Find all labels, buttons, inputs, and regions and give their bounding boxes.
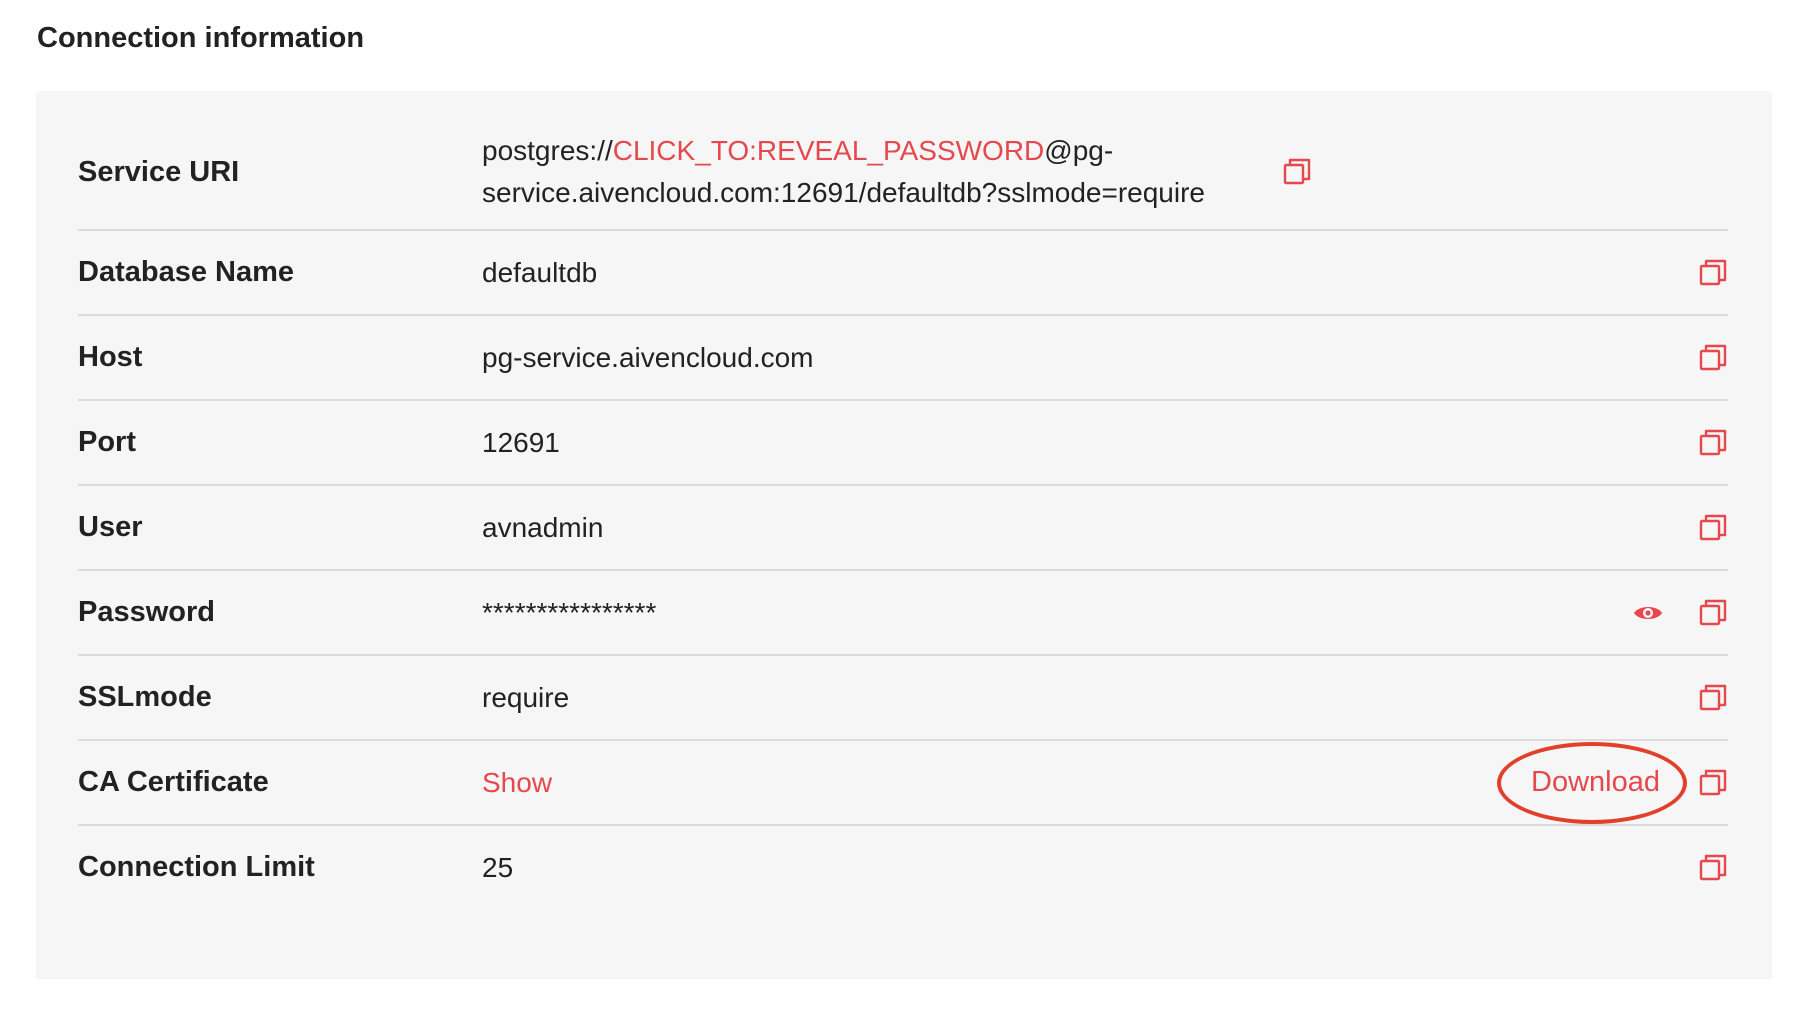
row-sslmode: SSLmode require <box>78 656 1728 741</box>
row-port: Port 12691 <box>78 401 1728 486</box>
row-user: User avnadmin <box>78 486 1728 571</box>
ca-certificate-actions: Download <box>1497 742 1728 824</box>
download-certificate-link[interactable]: Download <box>1531 766 1660 798</box>
copy-icon[interactable] <box>1698 428 1728 458</box>
user-value: avnadmin <box>482 511 604 543</box>
download-wrapper: Download <box>1497 742 1688 824</box>
user-actions <box>1698 513 1728 543</box>
user-label: User <box>78 511 143 543</box>
service-uri-actions <box>1282 157 1312 187</box>
show-certificate-link[interactable]: Show <box>482 762 1527 804</box>
port-actions <box>1698 428 1728 458</box>
eye-icon[interactable] <box>1632 601 1664 625</box>
row-password: Password **************** <box>78 571 1728 656</box>
password-value: **************** <box>482 596 657 628</box>
copy-icon[interactable] <box>1282 157 1312 187</box>
sslmode-value: require <box>482 681 570 713</box>
copy-icon[interactable] <box>1698 513 1728 543</box>
database-name-label: Database Name <box>78 256 294 288</box>
row-service-uri: Service URI postgres://CLICK_TO:REVEAL_P… <box>78 115 1728 231</box>
host-actions <box>1698 343 1728 373</box>
sslmode-label: SSLmode <box>78 681 212 713</box>
section-title: Connection information <box>37 22 365 54</box>
database-name-actions <box>1698 258 1728 288</box>
copy-icon[interactable] <box>1698 598 1728 628</box>
connection-info-list: Service URI postgres://CLICK_TO:REVEAL_P… <box>78 115 1728 909</box>
port-label: Port <box>78 426 136 458</box>
connection-limit-value: 25 <box>482 851 514 883</box>
service-uri-label: Service URI <box>78 155 240 188</box>
copy-icon[interactable] <box>1698 768 1728 798</box>
password-label: Password <box>78 596 215 628</box>
row-ca-certificate: CA Certificate Show Download <box>78 741 1728 826</box>
copy-icon[interactable] <box>1698 853 1728 883</box>
connection-limit-label: Connection Limit <box>78 851 315 883</box>
copy-icon[interactable] <box>1698 258 1728 288</box>
connection-limit-actions <box>1698 853 1728 883</box>
copy-icon[interactable] <box>1698 343 1728 373</box>
row-database-name: Database Name defaultdb <box>78 231 1728 316</box>
sslmode-actions <box>1698 683 1728 713</box>
password-actions <box>1632 598 1728 628</box>
ca-certificate-label: CA Certificate <box>78 766 269 798</box>
row-host: Host pg-service.aivencloud.com <box>78 316 1728 401</box>
host-label: Host <box>78 341 143 373</box>
service-uri-value[interactable]: postgres://CLICK_TO:REVEAL_PASSWORD@pg-s… <box>482 130 1282 214</box>
reveal-password-link[interactable]: CLICK_TO:REVEAL_PASSWORD <box>613 135 1045 166</box>
host-value: pg-service.aivencloud.com <box>482 341 814 373</box>
copy-icon[interactable] <box>1698 683 1728 713</box>
port-value: 12691 <box>482 426 560 458</box>
connection-info-panel: Service URI postgres://CLICK_TO:REVEAL_P… <box>36 91 1772 979</box>
service-uri-prefix: postgres:// <box>482 135 613 166</box>
database-name-value: defaultdb <box>482 256 598 288</box>
row-connection-limit: Connection Limit 25 <box>78 826 1728 909</box>
